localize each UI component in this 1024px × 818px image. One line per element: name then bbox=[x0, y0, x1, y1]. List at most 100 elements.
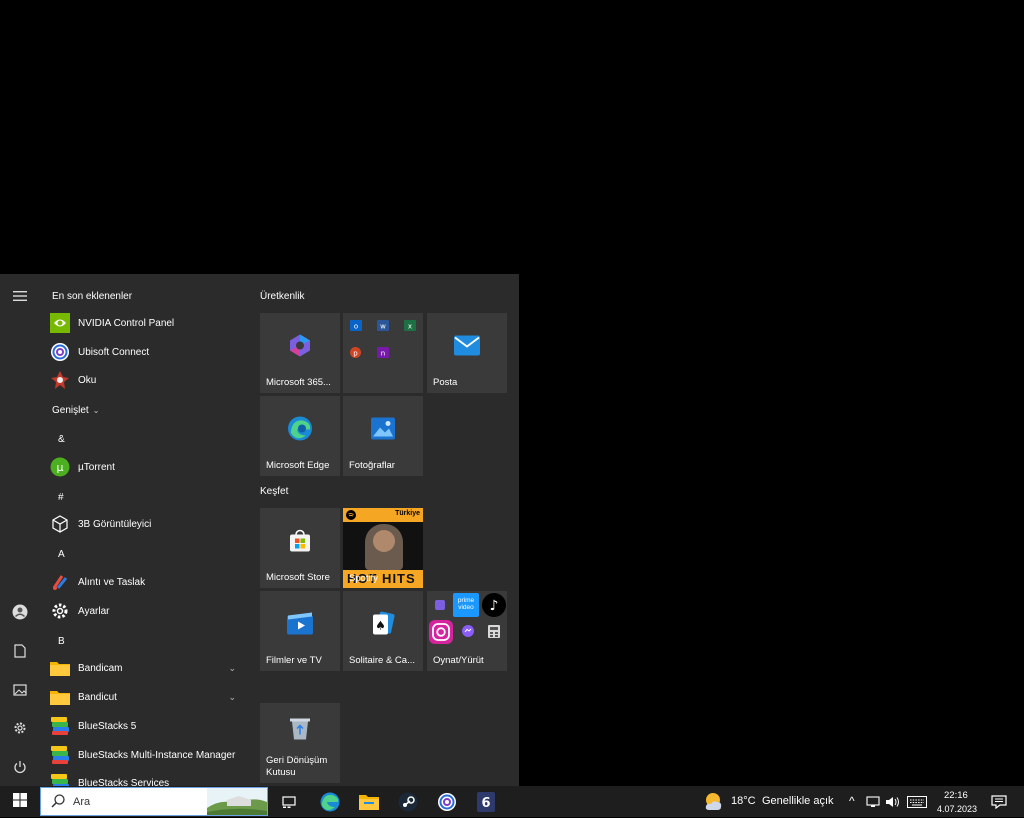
svg-text:♪: ♪ bbox=[490, 598, 499, 614]
letter-header[interactable]: B bbox=[58, 636, 65, 647]
tile-movies-tv[interactable]: Filmler ve TV bbox=[260, 591, 340, 671]
app-item-3d-viewer[interactable]: 3B Görüntüleyici bbox=[48, 511, 248, 537]
3d-cube-icon bbox=[50, 514, 70, 534]
spotify-artist-face bbox=[373, 530, 395, 552]
search-placeholder: Ara bbox=[73, 796, 91, 808]
app-item-settings[interactable]: Ayarlar bbox=[48, 598, 248, 624]
svg-text:µ: µ bbox=[57, 461, 64, 474]
mail-icon bbox=[454, 335, 480, 358]
bluestacks-icon bbox=[50, 773, 70, 786]
chevron-down-icon: ⌄ bbox=[92, 405, 100, 415]
taskbar-search-box[interactable]: Ara bbox=[40, 787, 268, 816]
svg-text:o: o bbox=[354, 323, 358, 331]
tile-mail[interactable]: Posta bbox=[427, 313, 507, 393]
onenote-icon: n bbox=[377, 347, 389, 361]
app-list: En son eklenenler NVIDIA Control Panel U… bbox=[40, 274, 250, 786]
app-item-ubisoft-connect[interactable]: Ubisoft Connect bbox=[48, 339, 248, 365]
bluestacks-icon bbox=[50, 716, 70, 736]
user-account-icon[interactable] bbox=[8, 600, 32, 624]
taskbar-edge-icon[interactable] bbox=[318, 790, 342, 814]
hamburger-menu-icon[interactable] bbox=[8, 284, 32, 308]
app-item-bandicut-folder[interactable]: Bandicut ⌄ bbox=[48, 684, 248, 710]
weather-temperature[interactable]: 18°C bbox=[731, 795, 756, 807]
svg-text:♠: ♠ bbox=[375, 618, 386, 632]
chevron-down-icon: ⌄ bbox=[228, 691, 236, 702]
volume-icon[interactable] bbox=[884, 790, 902, 814]
svg-text:6: 6 bbox=[481, 796, 490, 811]
powerpoint-icon: p bbox=[350, 347, 362, 361]
taskbar-ubisoft-icon[interactable] bbox=[435, 790, 459, 814]
ubisoft-icon bbox=[50, 342, 70, 362]
oku-icon bbox=[50, 370, 70, 390]
tile-spotify[interactable]: Türkiye HOT HITS Spotify bbox=[343, 508, 423, 588]
app-item-oku[interactable]: Oku bbox=[48, 367, 248, 393]
notification-center-icon[interactable] bbox=[987, 790, 1011, 814]
show-hidden-icons-chevron-up-icon[interactable]: ^ bbox=[849, 794, 855, 808]
app-item-nvidia-control-panel[interactable]: NVIDIA Control Panel bbox=[48, 310, 248, 336]
letter-header[interactable]: # bbox=[58, 492, 64, 503]
power-icon[interactable] bbox=[8, 755, 32, 779]
svg-text:w: w bbox=[380, 323, 386, 331]
folder-icon bbox=[50, 658, 70, 678]
documents-icon[interactable] bbox=[8, 639, 32, 663]
letter-header[interactable]: & bbox=[58, 434, 65, 445]
tile-microsoft-365[interactable]: Microsoft 365... bbox=[260, 313, 340, 393]
calculator-icon bbox=[488, 625, 500, 641]
utorrent-icon: µ bbox=[50, 457, 70, 477]
tile-office-apps[interactable]: o w x p n bbox=[343, 313, 423, 393]
tile-solitaire[interactable]: ♠ Solitaire & Ca... bbox=[343, 591, 423, 671]
messenger-icon bbox=[462, 625, 474, 640]
group-title-productivity[interactable]: Üretkenlik bbox=[260, 291, 304, 302]
app-item-snip-sketch[interactable]: Alıntı ve Taslak bbox=[48, 569, 248, 595]
svg-text:p: p bbox=[353, 350, 358, 358]
app-item-bluestacks-5[interactable]: BlueStacks 5 bbox=[48, 713, 248, 739]
file-explorer-icon[interactable] bbox=[357, 790, 381, 814]
photos-icon bbox=[371, 417, 395, 442]
tiktok-icon: ♪ bbox=[482, 593, 506, 620]
keyboard-icon[interactable] bbox=[906, 790, 928, 814]
spotify-region-badge: Türkiye bbox=[395, 510, 420, 517]
game-app-icon bbox=[435, 600, 445, 613]
clock-date[interactable]: 4.07.2023 bbox=[937, 804, 977, 814]
tile-play-folder[interactable]: prime video ♪ Oynat/Yürüt bbox=[427, 591, 507, 671]
app-item-bluestacks-multi-instance[interactable]: BlueStacks Multi-Instance Manager bbox=[48, 742, 248, 768]
weather-description[interactable]: Genellikle açık bbox=[762, 795, 834, 807]
rainbow-six-icon[interactable]: 6 bbox=[474, 790, 498, 814]
tile-recycle-bin[interactable]: Geri Dönüşüm Kutusu bbox=[260, 703, 340, 783]
recently-added-header: En son eklenenler bbox=[52, 291, 133, 302]
chevron-down-icon: ⌄ bbox=[228, 662, 236, 673]
expand-button[interactable]: Genişlet ⌄ bbox=[48, 397, 248, 423]
weather-partly-cloudy-icon[interactable] bbox=[702, 790, 726, 814]
tile-photos[interactable]: Fotoğraflar bbox=[343, 396, 423, 476]
microsoft-365-icon bbox=[288, 333, 312, 360]
edge-icon bbox=[287, 415, 313, 444]
instagram-icon bbox=[429, 620, 453, 647]
search-icon bbox=[51, 794, 65, 811]
recycle-bin-icon bbox=[289, 717, 311, 744]
app-item-bandicam-folder[interactable]: Bandicam ⌄ bbox=[48, 655, 248, 681]
start-rail bbox=[0, 274, 40, 786]
clock-time[interactable]: 22:16 bbox=[944, 790, 968, 801]
search-highlight-illustration bbox=[207, 788, 267, 815]
app-item-utorrent[interactable]: µ µTorrent bbox=[48, 454, 248, 480]
task-view-icon[interactable] bbox=[277, 790, 301, 814]
snip-sketch-icon bbox=[50, 572, 70, 592]
bluestacks-icon bbox=[50, 745, 70, 765]
start-button[interactable] bbox=[0, 786, 40, 817]
app-item-bluestacks-services[interactable]: BlueStacks Services bbox=[48, 770, 248, 786]
taskbar: Ara 6 18°C Genellikle açık ^ bbox=[0, 786, 1024, 817]
pictures-icon[interactable] bbox=[8, 678, 32, 702]
group-title-explore[interactable]: Keşfet bbox=[260, 486, 288, 497]
letter-header[interactable]: A bbox=[58, 549, 65, 560]
spotify-icon bbox=[346, 510, 356, 523]
gear-icon bbox=[50, 601, 70, 621]
network-icon[interactable] bbox=[864, 790, 882, 814]
settings-gear-icon[interactable] bbox=[8, 716, 32, 740]
svg-text:x: x bbox=[408, 323, 412, 331]
tile-microsoft-edge[interactable]: Microsoft Edge bbox=[260, 396, 340, 476]
steam-icon[interactable] bbox=[396, 790, 420, 814]
nvidia-icon bbox=[50, 313, 70, 333]
outlook-icon: o bbox=[350, 320, 362, 334]
svg-text:n: n bbox=[381, 350, 385, 358]
tile-microsoft-store[interactable]: Microsoft Store bbox=[260, 508, 340, 588]
